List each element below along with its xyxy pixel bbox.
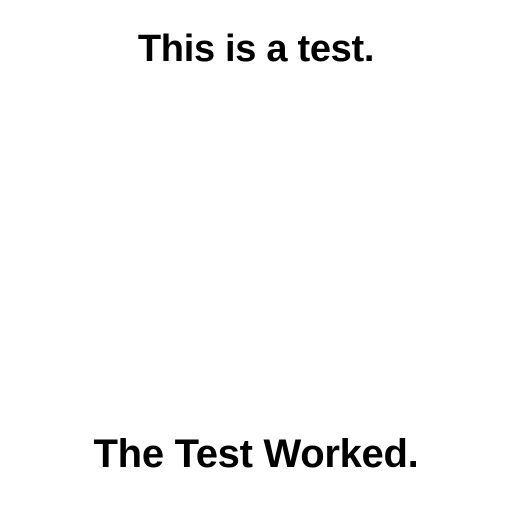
header-text: This is a test. <box>137 28 375 70</box>
canvas: This is a test. The Test Worked. <box>0 0 512 512</box>
footer-text: The Test Worked. <box>93 432 419 476</box>
